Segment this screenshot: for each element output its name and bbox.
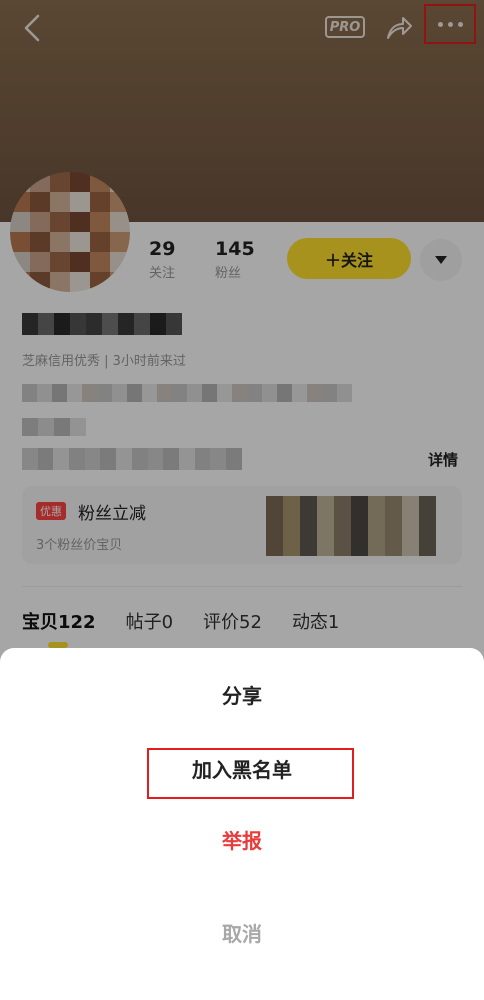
report-option[interactable]: 举报 <box>0 825 484 854</box>
seller-profile-page: PRO 29 关注 145 粉丝 ＋关注 芝麻信用优秀 | 3小时前来过 详情 … <box>0 0 484 1000</box>
action-sheet: 分享 加入黑名单 举报 取消 <box>0 648 484 1000</box>
blacklist-highlight-box <box>147 748 354 799</box>
cancel-option[interactable]: 取消 <box>0 918 484 947</box>
share-option[interactable]: 分享 <box>0 680 484 709</box>
